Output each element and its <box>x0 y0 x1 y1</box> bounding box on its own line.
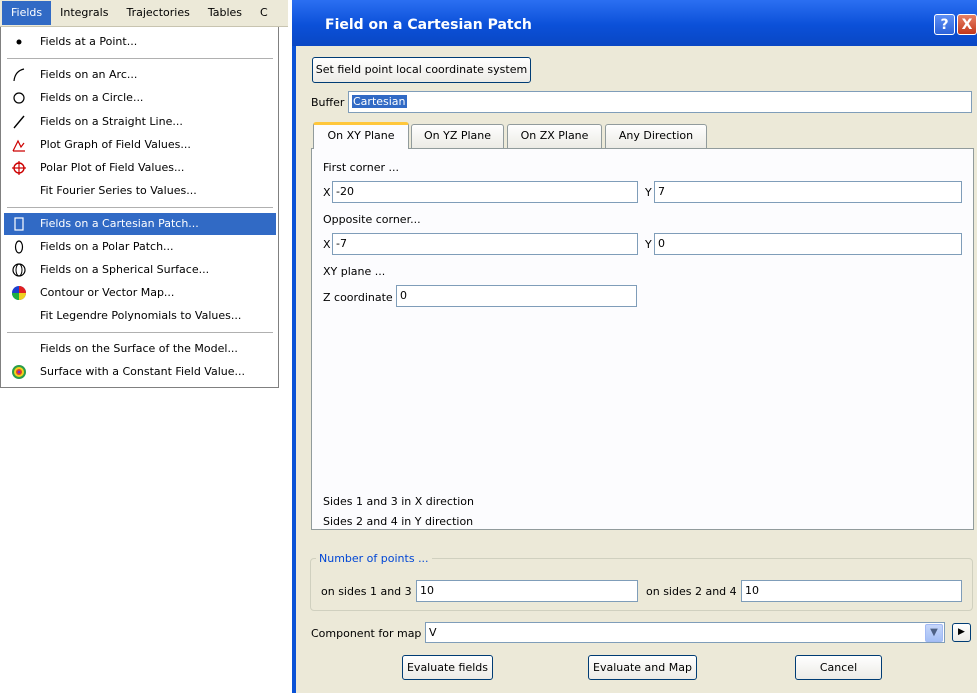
menu-integrals[interactable]: Integrals <box>51 1 117 25</box>
arrow-right-icon: ▶ <box>958 627 965 637</box>
set-coordinate-system-button[interactable]: Set field point local coordinate system <box>312 57 531 83</box>
line-icon <box>13 115 25 129</box>
menu-trajectories[interactable]: Trajectories <box>117 1 198 25</box>
menu-item-label: Fit Legendre Polynomials to Values... <box>40 309 242 322</box>
menu-item-label: Surface with a Constant Field Value... <box>40 365 246 378</box>
menu-item-label: Fit Fourier Series to Values... <box>40 184 197 197</box>
fields-dropdown-menu: Fields at a Point... Fields on an Arc...… <box>0 27 279 388</box>
opp-x-label: X <box>323 238 331 251</box>
buffer-value: Cartesian <box>352 95 407 108</box>
menu-item-label: Fields on a Circle... <box>40 91 144 104</box>
menu-fields[interactable]: Fields <box>2 1 52 25</box>
buffer-label: Buffer <box>311 96 345 109</box>
first-x-label: X <box>323 186 331 199</box>
menu-item-fields-on-circle[interactable]: Fields on a Circle... <box>4 87 276 109</box>
help-button[interactable]: ? <box>934 14 955 35</box>
polar-plot-icon <box>12 161 26 175</box>
buffer-field[interactable]: Cartesian <box>348 91 972 113</box>
help-icon: ? <box>940 17 949 33</box>
tab-xy-plane[interactable]: On XY Plane <box>313 122 409 149</box>
bullet-icon <box>16 39 22 45</box>
close-icon: X <box>961 17 973 33</box>
sides-y-note: Sides 2 and 4 in Y direction <box>323 515 474 528</box>
menu-truncated[interactable]: C <box>251 1 277 25</box>
menu-item-polar-patch[interactable]: Fields on a Polar Patch... <box>4 236 276 258</box>
circle-icon <box>13 92 25 104</box>
tab-yz-plane[interactable]: On YZ Plane <box>411 124 504 148</box>
menu-item-label: Plot Graph of Field Values... <box>40 138 191 151</box>
menu-item-label: Fields on the Surface of the Model... <box>40 342 238 355</box>
z-coordinate-label: Z coordinate <box>323 291 393 304</box>
chevron-down-icon[interactable]: ▼ <box>925 624 943 642</box>
component-select[interactable]: V <box>425 622 945 643</box>
close-button[interactable]: X <box>957 14 977 35</box>
polar-patch-icon <box>14 240 24 254</box>
sides24-label: on sides 2 and 4 <box>646 585 737 598</box>
menu-item-label: Contour or Vector Map... <box>40 286 175 299</box>
menu-item-spherical-surface[interactable]: Fields on a Spherical Surface... <box>4 259 276 281</box>
constant-surface-icon <box>12 365 26 379</box>
component-value: V <box>429 626 437 639</box>
component-label: Component for map <box>311 627 422 640</box>
tab-any-direction[interactable]: Any Direction <box>605 124 707 148</box>
play-arrow-button[interactable]: ▶ <box>952 623 971 642</box>
menu-item-label: Fields on a Polar Patch... <box>40 240 174 253</box>
first-y-input[interactable]: 7 <box>654 181 962 203</box>
menu-item-polar-plot[interactable]: Polar Plot of Field Values... <box>4 157 276 179</box>
tab-zx-plane[interactable]: On ZX Plane <box>507 124 602 148</box>
dialog-titlebar[interactable]: Field on a Cartesian Patch ? X <box>292 0 977 46</box>
menu-item-fields-on-straight-line[interactable]: Fields on a Straight Line... <box>4 111 276 133</box>
menu-item-label: Fields on a Cartesian Patch... <box>40 217 199 230</box>
menu-item-fields-at-point[interactable]: Fields at a Point... <box>4 31 276 53</box>
sides13-label: on sides 1 and 3 <box>321 585 412 598</box>
menu-item-label: Fields on a Spherical Surface... <box>40 263 210 276</box>
menu-item-model-surface[interactable]: Fields on the Surface of the Model... <box>4 338 276 360</box>
menu-item-plot-graph[interactable]: Plot Graph of Field Values... <box>4 134 276 156</box>
arc-icon <box>13 68 25 82</box>
number-of-points-title: Number of points ... <box>316 552 432 565</box>
evaluate-and-map-button[interactable]: Evaluate and Map <box>588 655 697 680</box>
menu-item-label: Fields on an Arc... <box>40 68 138 81</box>
sides-x-note: Sides 1 and 3 in X direction <box>323 495 474 508</box>
menu-item-cartesian-patch[interactable]: Fields on a Cartesian Patch... <box>4 213 276 235</box>
menu-separator <box>7 332 273 334</box>
menu-item-contour-map[interactable]: Contour or Vector Map... <box>4 282 276 304</box>
opposite-x-input[interactable]: -7 <box>332 233 638 255</box>
tab-panel-xy-plane <box>311 148 974 530</box>
evaluate-fields-button[interactable]: Evaluate fields <box>402 655 493 680</box>
plot-graph-icon <box>12 139 25 152</box>
plane-label: XY plane ... <box>323 265 386 278</box>
first-x-input[interactable]: -20 <box>332 181 638 203</box>
opp-y-label: Y <box>645 238 652 251</box>
sides13-input[interactable]: 10 <box>416 580 638 602</box>
menu-separator <box>7 58 273 60</box>
first-y-label: Y <box>645 186 652 199</box>
cancel-button[interactable]: Cancel <box>795 655 882 680</box>
menu-item-label: Fields at a Point... <box>40 35 138 48</box>
opposite-y-input[interactable]: 0 <box>654 233 962 255</box>
z-coordinate-input[interactable]: 0 <box>396 285 637 307</box>
cartesian-patch-icon <box>14 217 24 231</box>
menu-tables[interactable]: Tables <box>199 1 251 25</box>
menu-item-label: Fields on a Straight Line... <box>40 115 183 128</box>
sides24-input[interactable]: 10 <box>741 580 962 602</box>
menu-bar: Fields Integrals Trajectories Tables C <box>0 0 288 27</box>
menu-item-fields-on-arc[interactable]: Fields on an Arc... <box>4 64 276 86</box>
menu-item-fit-legendre[interactable]: Fit Legendre Polynomials to Values... <box>4 305 276 327</box>
spherical-surface-icon <box>12 263 26 277</box>
menu-item-constant-field-surface[interactable]: Surface with a Constant Field Value... <box>4 361 276 383</box>
menu-separator <box>7 207 273 209</box>
contour-map-icon <box>12 286 26 300</box>
dialog-title: Field on a Cartesian Patch <box>325 17 532 33</box>
menu-item-label: Polar Plot of Field Values... <box>40 161 185 174</box>
menu-item-fit-fourier[interactable]: Fit Fourier Series to Values... <box>4 180 276 202</box>
first-corner-label: First corner ... <box>323 161 400 174</box>
opposite-corner-label: Opposite corner... <box>323 213 421 226</box>
